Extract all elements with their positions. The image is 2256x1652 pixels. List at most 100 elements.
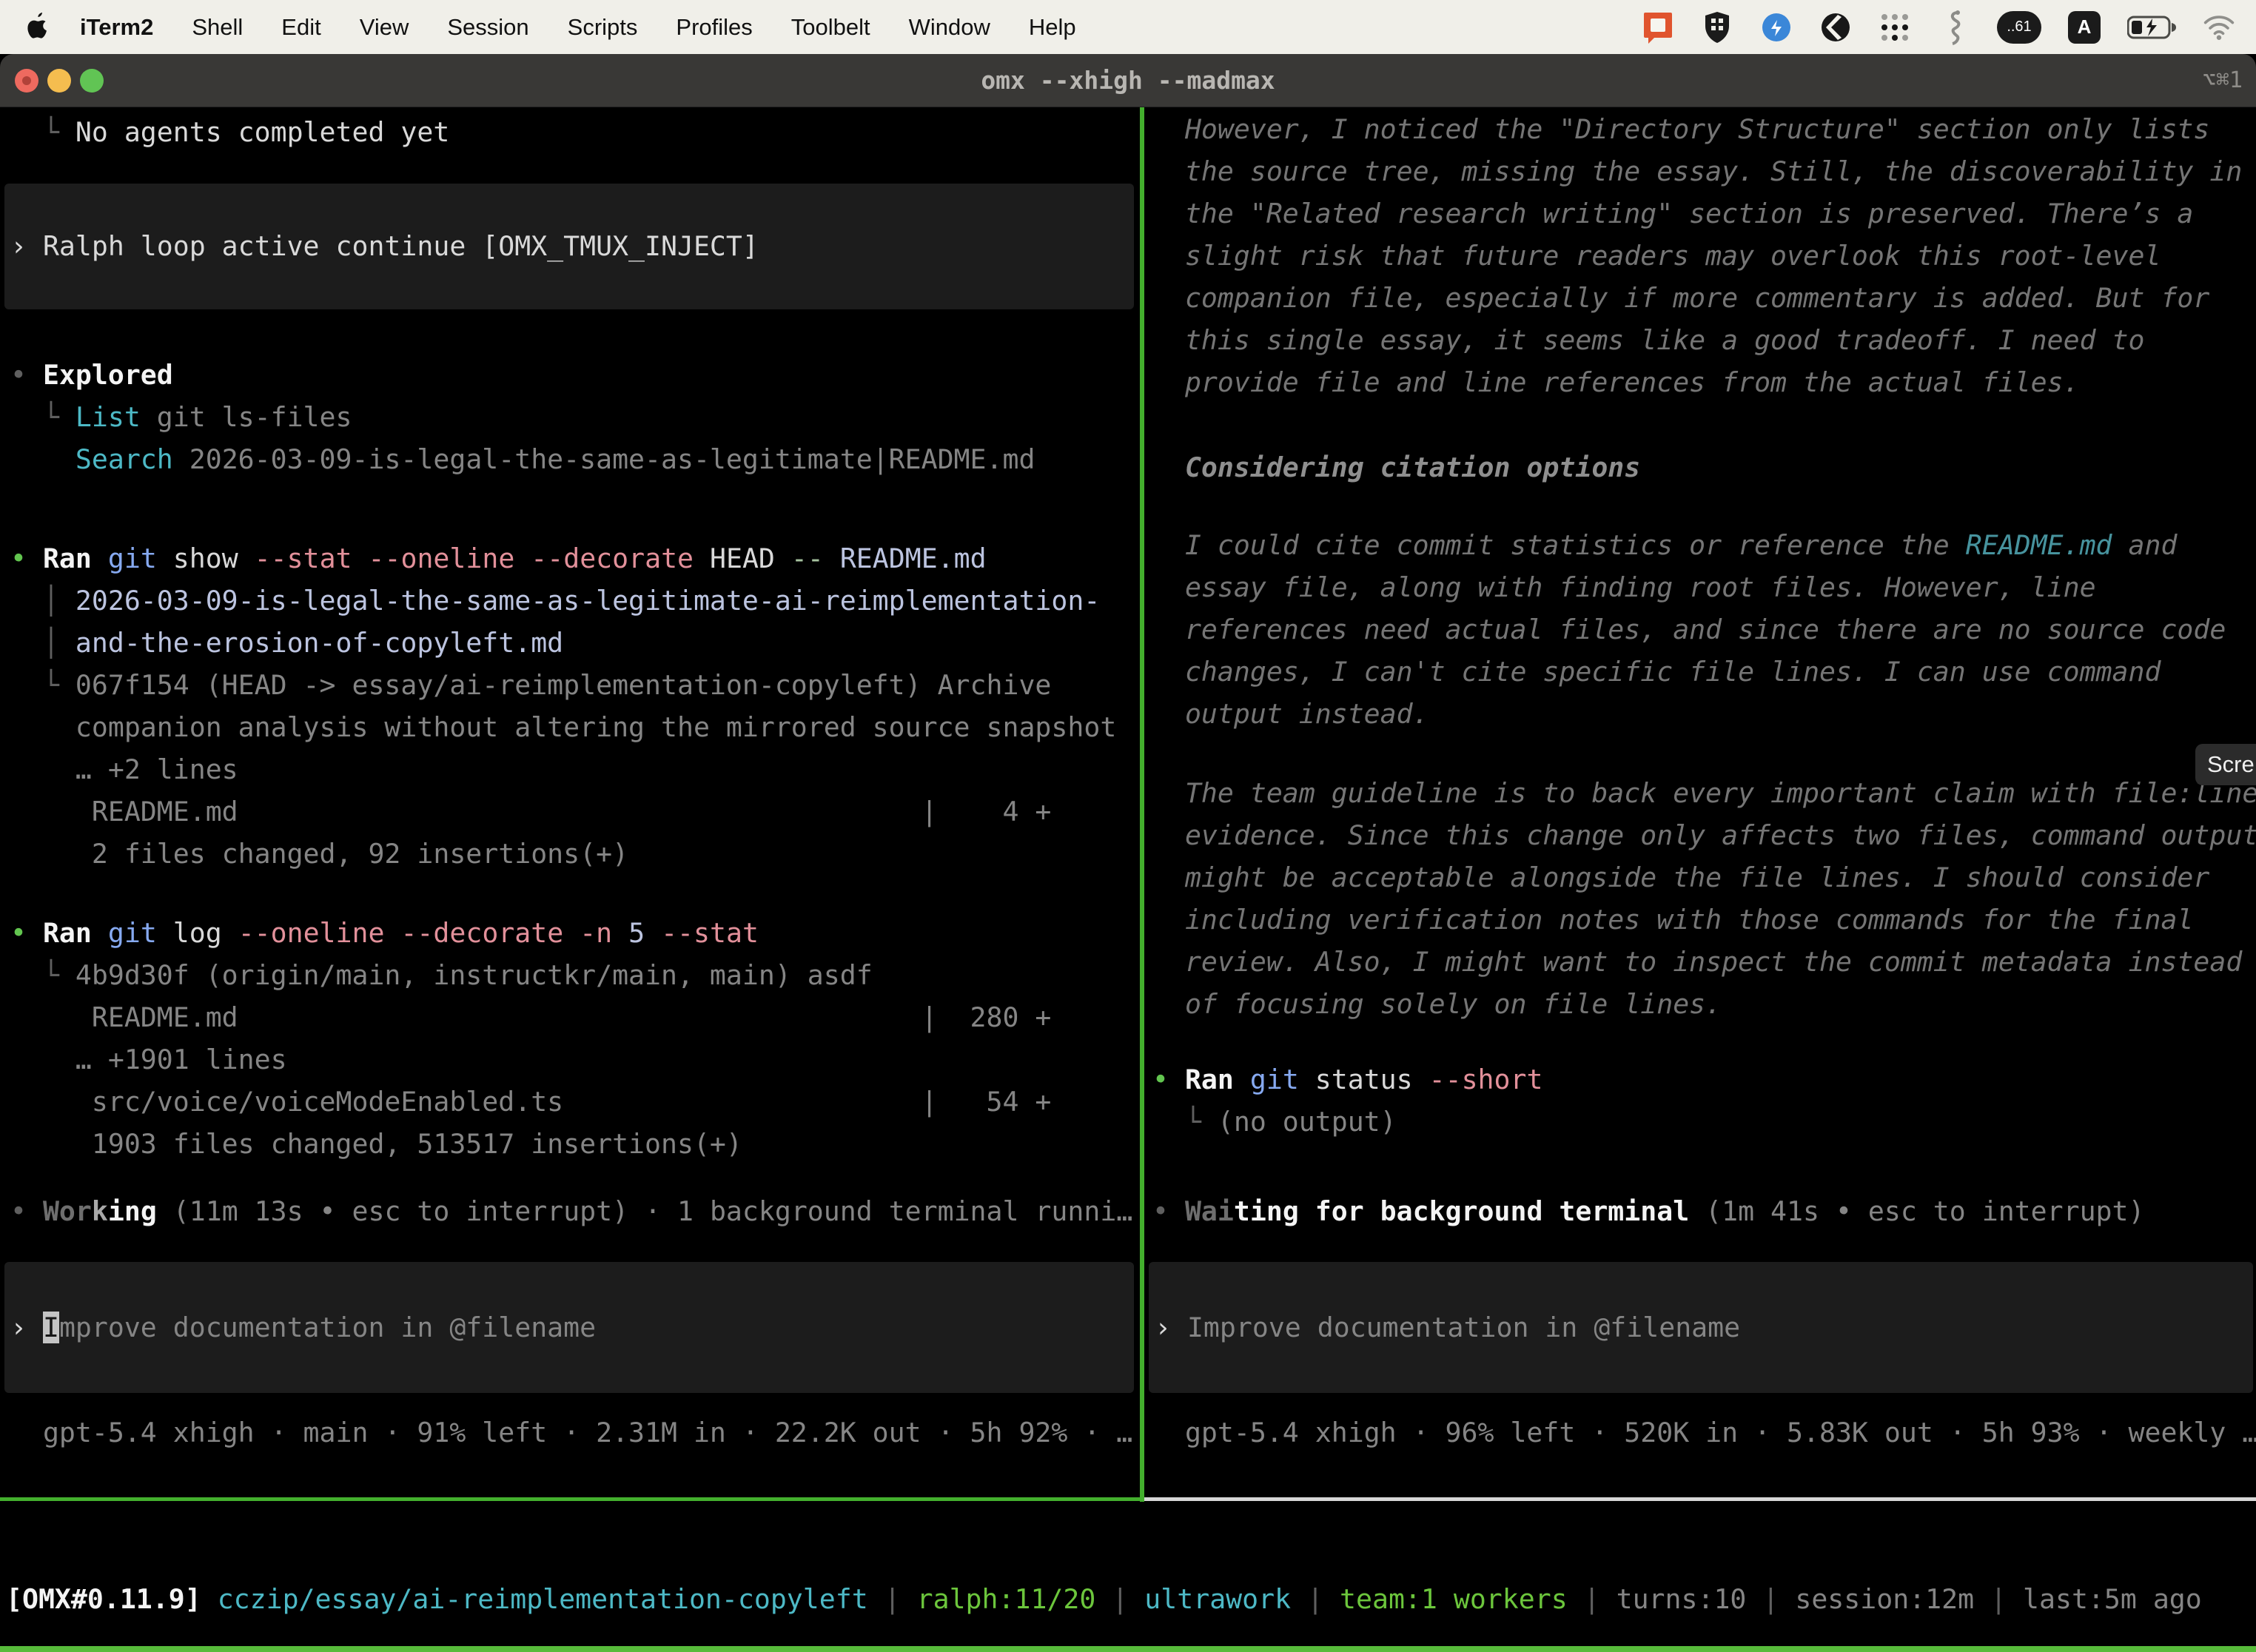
terminal-text-segment: 5 — [612, 917, 661, 949]
blue-badge-icon[interactable] — [1760, 11, 1793, 44]
terminal-text-segment: [OMX#0.11.9] — [6, 1583, 201, 1615]
terminal-text-segment: │ — [10, 627, 75, 659]
title-bar[interactable]: omx --xhigh --madmax ⌥⌘1 — [0, 54, 2256, 107]
terminal-text-segment: README.md — [1966, 529, 2112, 561]
terminal-text-segment: references need actual files, and since … — [1152, 614, 2226, 645]
reasoning-paragraph-3: The team guideline is to back every impo… — [1152, 772, 2256, 1025]
terminal-line: essay file, along with finding root file… — [1152, 566, 2256, 608]
terminal-line: │ and-the-erosion-of-copyleft.md — [10, 622, 1140, 664]
terminal-line: › Improve documentation in @filename — [1155, 1306, 2253, 1349]
terminal-text-segment: Explored — [43, 359, 173, 391]
terminal-line: └ List git ls-files — [10, 396, 1140, 438]
terminal-text-segment — [352, 543, 369, 574]
terminal-line: including verification notes with those … — [1152, 899, 2256, 941]
prompt-input[interactable]: › Improve documentation in @filename — [1149, 1262, 2253, 1393]
menu-items: iTerm2 Shell Edit View Session Scripts Profil… — [80, 14, 1076, 41]
snake-icon[interactable] — [1938, 11, 1970, 44]
left-pane[interactable]: └ No agents completed yet › Ralph loop a… — [0, 107, 1140, 1499]
inject-banner: › Ralph loop active continue [OMX_TMUX_I… — [4, 184, 1134, 309]
pane-divider[interactable] — [1140, 107, 1144, 1502]
battery-icon[interactable] — [2127, 11, 2176, 44]
right-pane[interactable]: However, I noticed the "Directory Struct… — [1144, 107, 2256, 1499]
terminal-text-segment: git — [108, 917, 157, 949]
terminal-text-segment: └ — [1152, 1106, 1218, 1138]
terminal-text-segment: Ran — [43, 917, 92, 949]
terminal-area: └ No agents completed yet › Ralph loop a… — [0, 107, 2256, 1652]
terminal-text-segment: -- — [791, 543, 824, 574]
menu-item-profiles[interactable]: Profiles — [676, 14, 752, 41]
terminal-text-segment: the source tree, missing the essay. Stil… — [1152, 155, 2242, 187]
terminal-text-segment: 1903 files changed, 513517 insertions(+) — [10, 1128, 742, 1160]
terminal-text-segment: including verification notes with those … — [1152, 904, 2193, 936]
terminal-text-segment: Wai — [1185, 1195, 1234, 1227]
terminal-text-segment: and — [2112, 529, 2178, 561]
terminal-line: companion file, especially if more comme… — [1152, 277, 2256, 319]
terminal-text-segment — [824, 543, 840, 574]
terminal-line: … +2 lines — [10, 748, 1140, 790]
terminal-text-segment: mprove documentation in @filename — [59, 1312, 596, 1343]
ran-git-log-block: • Ran git log --oneline --decorate -n 5 … — [10, 912, 1140, 1165]
terminal-text-segment: └ — [10, 669, 75, 701]
terminal-text-segment — [384, 917, 400, 949]
menu-item-window[interactable]: Window — [909, 14, 990, 41]
menu-item-shell[interactable]: Shell — [192, 14, 243, 41]
terminal-text-segment: status — [1299, 1064, 1429, 1095]
terminal-text-segment: └ — [10, 401, 75, 433]
ran-git-show-block: • Ran git show --stat --oneline --decora… — [10, 537, 1140, 875]
terminal-line: • Explored — [10, 354, 1140, 396]
terminal-text-segment: output instead. — [1152, 698, 1429, 730]
terminal-text-segment: Ran — [43, 543, 92, 574]
dark-disc-icon[interactable] — [1819, 11, 1852, 44]
terminal-text-segment: --stat — [661, 917, 759, 949]
terminal-line: references need actual files, and since … — [1152, 608, 2256, 651]
terminal-line: • Waiting for background terminal (1m 41… — [1152, 1190, 2256, 1232]
wifi-icon[interactable] — [2203, 11, 2235, 44]
terminal-text-segment: ting for background terminal — [1234, 1195, 1689, 1227]
terminal-text-segment: of focusing solely on file lines. — [1152, 988, 1722, 1020]
terminal-text-segment: | — [1095, 1583, 1144, 1615]
menu-item-session[interactable]: Session — [447, 14, 528, 41]
menu-item-view[interactable]: View — [360, 14, 409, 41]
terminal-text-segment: --decorate — [400, 917, 563, 949]
terminal-line: The team guideline is to back every impo… — [1152, 772, 2256, 814]
terminal-text-segment: show — [157, 543, 255, 574]
terminal-line: slight risk that future readers may over… — [1152, 235, 2256, 277]
terminal-text-segment: session:12m — [1795, 1583, 1974, 1615]
menu-item-scripts[interactable]: Scripts — [568, 14, 638, 41]
terminal-text-segment: (11m 13s • esc to interrupt) · 1 backgro… — [157, 1195, 1133, 1227]
dots-grid-icon[interactable] — [1879, 11, 1911, 44]
terminal-line: might be acceptable alongside the file l… — [1152, 856, 2256, 899]
terminal-text-segment — [563, 917, 580, 949]
menu-item-app[interactable]: iTerm2 — [80, 14, 153, 41]
terminal-text-segment: • — [1152, 1195, 1185, 1227]
terminal-line: evidence. Since this change only affects… — [1152, 814, 2256, 856]
terminal-line: README.md | 280 + — [10, 996, 1140, 1038]
terminal-line: • Working (11m 13s • esc to interrupt) ·… — [10, 1190, 1140, 1232]
terminal-text-segment — [10, 443, 75, 475]
shield-grid-icon[interactable] — [1701, 11, 1733, 44]
terminal-line: the source tree, missing the essay. Stil… — [1152, 150, 2256, 192]
apple-icon[interactable] — [25, 13, 50, 42]
menu-item-help[interactable]: Help — [1029, 14, 1076, 41]
terminal-text-segment: Search — [75, 443, 173, 475]
a-square-icon[interactable]: A — [2068, 11, 2101, 44]
menu-item-edit[interactable]: Edit — [281, 14, 320, 41]
tmux-status-bar: [omx-cczip0:bash* "MacBook-Pro-44.local"… — [0, 1646, 2256, 1652]
terminal-text-segment — [92, 543, 108, 574]
terminal-text-segment: log — [157, 917, 238, 949]
tmux-session-label: [omx-cczip0:bash* — [6, 1646, 283, 1652]
menu-item-toolbelt[interactable]: Toolbelt — [791, 14, 870, 41]
terminal-line: src/voice/voiceModeEnabled.ts | 54 + — [10, 1081, 1140, 1123]
agents-status: └ No agents completed yet — [10, 111, 1140, 153]
terminal-text-segment: The team guideline is to back every impo… — [1152, 777, 2256, 809]
terminal-text-segment: turns:10 — [1617, 1583, 1747, 1615]
terminal-text-segment: 2 files changed, 92 insertions(+) — [10, 838, 628, 870]
terminal-line: the "Related research writing" section i… — [1152, 192, 2256, 235]
reasoning-paragraph-2: I could cite commit statistics or refere… — [1152, 524, 2256, 735]
terminal-text-segment: evidence. Since this change only affects… — [1152, 819, 2256, 851]
badge-61-icon[interactable]: ..61 — [1997, 11, 2041, 44]
terminal-line: [OMX#0.11.9] cczip/essay/ai-reimplementa… — [6, 1578, 2202, 1620]
prompt-input[interactable]: › Improve documentation in @filename — [4, 1262, 1134, 1393]
terminal-text-segment: --oneline — [369, 543, 515, 574]
chat-bubble-icon[interactable] — [1642, 11, 1674, 44]
